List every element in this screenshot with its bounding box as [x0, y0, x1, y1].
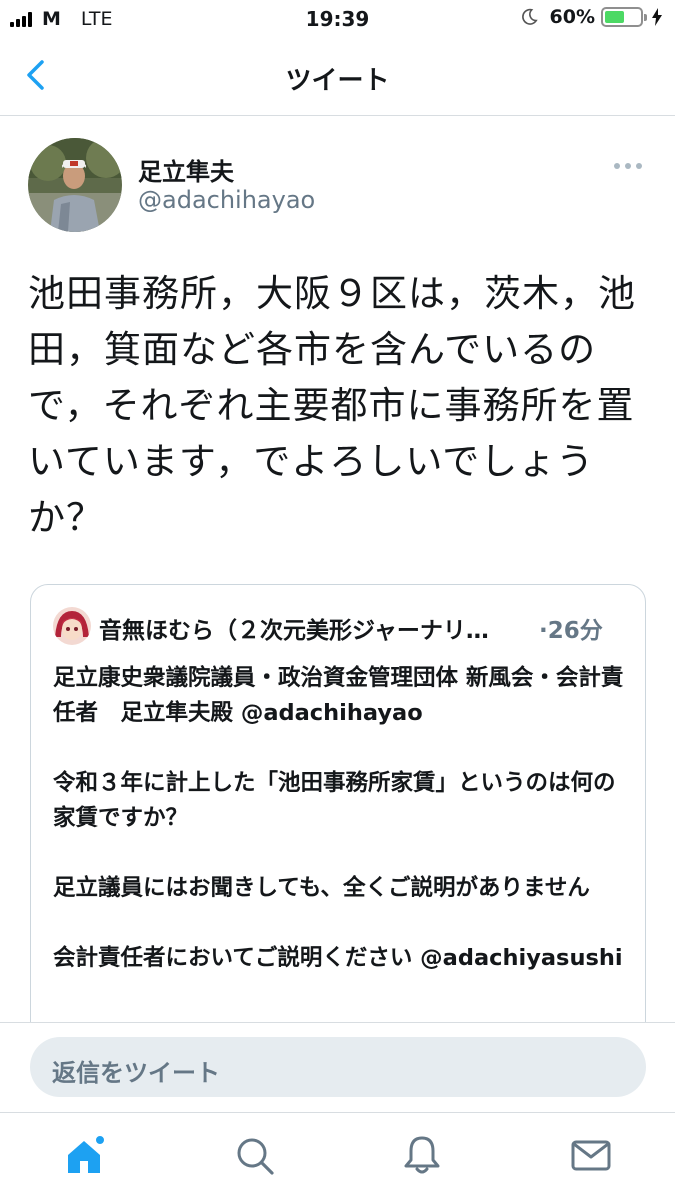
- quote-text: 足立康史衆議院議員・政治資金管理団体 新風会・会計責任者 足立隼夫殿 @adac…: [53, 661, 633, 1011]
- tweet-text: 池田事務所，大阪９区は，茨木，池田，箕面など各市を含んでいるので，それぞれ主要都…: [28, 272, 636, 539]
- quote-timestamp: ·26分: [539, 618, 603, 644]
- quote-paragraph: 会計責任者においてご説明ください @adachiyasushi: [53, 945, 623, 971]
- search-icon[interactable]: [232, 1133, 276, 1177]
- author-name[interactable]: 足立隼夫: [138, 152, 234, 187]
- bolt-icon: [652, 8, 662, 26]
- nav-bar: ツイート: [0, 40, 675, 116]
- moon-icon: [521, 8, 538, 25]
- avatar[interactable]: [28, 138, 122, 232]
- notifications-icon[interactable]: [400, 1133, 444, 1177]
- quote-avatar: [53, 607, 91, 645]
- page-title: ツイート: [285, 66, 390, 96]
- reply-bar: 返信をツイート: [0, 1022, 675, 1112]
- battery-percent: 60%: [549, 6, 595, 28]
- quote-paragraph: 足立康史衆議院議員・政治資金管理団体 新風会・会計責任者 足立隼夫殿 @adac…: [53, 665, 624, 726]
- messages-icon[interactable]: [569, 1133, 613, 1177]
- home-icon[interactable]: [64, 1133, 108, 1177]
- reply-input[interactable]: 返信をツイート: [30, 1037, 646, 1097]
- tab-bar: [0, 1112, 675, 1200]
- more-horizontal-icon[interactable]: [612, 158, 644, 174]
- author-handle[interactable]: @adachihayao: [138, 186, 315, 214]
- quote-author-name: 音無ほむら（２次元美形ジャーナリ…: [99, 618, 489, 644]
- quoted-tweet-card[interactable]: 音無ほむら（２次元美形ジャーナリ… ·26分 足立康史衆議院議員・政治資金管理団…: [30, 584, 646, 1064]
- status-bar: M LTE 19:39 60%: [0, 0, 675, 40]
- quote-paragraph: 令和３年に計上した「池田事務所家賃」というのは何の家賃ですか？: [53, 770, 616, 831]
- battery-icon: [601, 7, 647, 27]
- quote-paragraph: 足立議員にはお聞きしても、全くご説明がありません: [53, 875, 590, 901]
